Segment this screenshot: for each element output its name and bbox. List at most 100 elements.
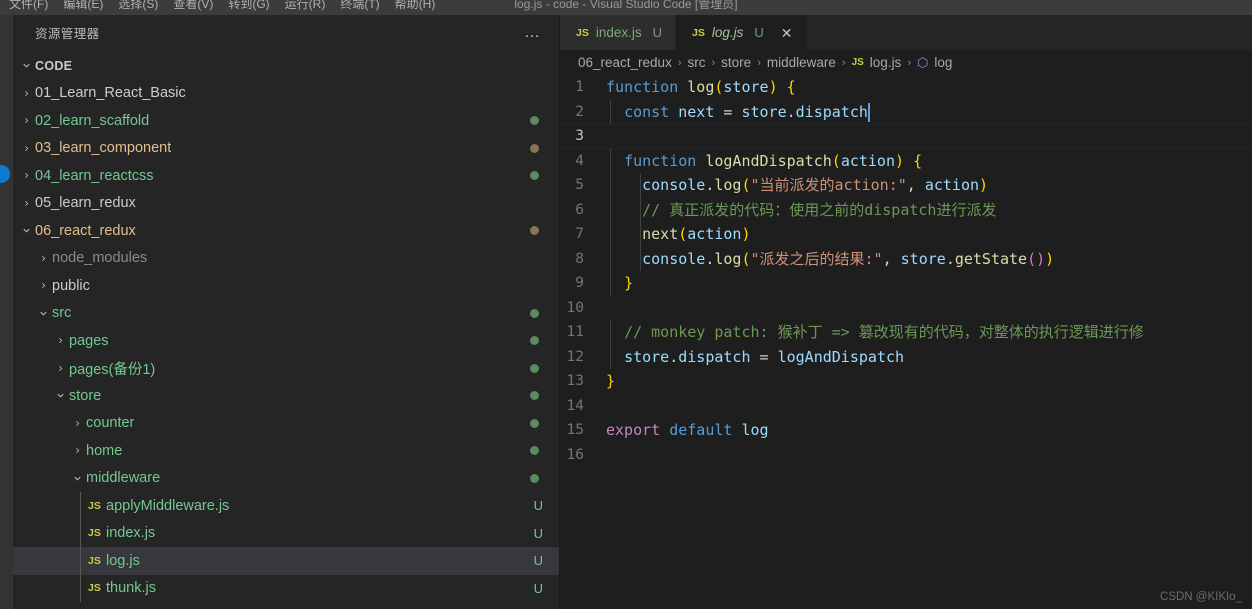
chevron-right-icon[interactable] [69, 418, 86, 429]
editor-tab-index-js[interactable]: JS index.js U [560, 15, 677, 50]
line-number: 12 [566, 348, 584, 365]
code-line-7[interactable]: 7 next(action) [560, 222, 1252, 247]
indent-guide [639, 197, 641, 222]
tree-item-counter[interactable]: counter [13, 410, 559, 438]
editor-tab-bar[interactable]: JS index.js U JS log.js U ✕ [560, 15, 1252, 50]
activity-bar[interactable] [0, 15, 13, 609]
tree-item-04-learn-reactcss[interactable]: 04_learn_reactcss [13, 162, 559, 190]
code-line-1[interactable]: 1 function log(store) { [560, 75, 1252, 100]
code-token: ( [831, 151, 841, 170]
code-line-11[interactable]: 11 // monkey patch: 猴补丁 => 篡改现有的代码，对整体的执… [560, 320, 1252, 345]
tree-item-02-learn-scaffold[interactable]: 02_learn_scaffold [13, 107, 559, 135]
breadcrumb-symbol[interactable]: log [934, 55, 952, 70]
breadcrumb-item-0[interactable]: 06_react_redux [578, 55, 672, 70]
tree-item-store[interactable]: store [13, 382, 559, 410]
code-line-16[interactable]: 16 [560, 443, 1252, 468]
chevron-down-icon[interactable] [18, 225, 35, 236]
chevron-right-icon[interactable] [35, 253, 52, 264]
code-line-8[interactable]: 8 console.log("派发之后的结果:", store.getState… [560, 246, 1252, 271]
code-line-13[interactable]: 13} [560, 369, 1252, 394]
code-line-10[interactable]: 10 [560, 296, 1252, 321]
chevron-down-icon[interactable] [52, 390, 69, 401]
symbol-function-icon: ⬡ [916, 54, 929, 70]
line-number: 14 [566, 397, 584, 414]
tree-item-05-learn-redux[interactable]: 05_learn_redux [13, 190, 559, 218]
breadcrumb-separator-icon: › [907, 56, 911, 69]
code-line-2[interactable]: 2 const next = store.dispatch [560, 99, 1252, 124]
line-content: console.log("当前派发的action:", action) [606, 173, 1252, 198]
tree-item-03-learn-component[interactable]: 03_learn_component [13, 135, 559, 163]
tab-label: index.js [595, 25, 642, 40]
breadcrumb[interactable]: 06_react_redux › src › store › middleware › JS lo… [560, 50, 1252, 75]
chevron-right-icon[interactable] [18, 198, 35, 209]
breadcrumb-separator-icon: › [677, 56, 682, 69]
code-token: store [900, 249, 946, 268]
code-token: store [741, 102, 787, 121]
code-token: log [714, 249, 742, 268]
chevron-right-icon[interactable] [18, 143, 35, 154]
line-content: function log(store) { [606, 75, 1252, 100]
folder-status-dot-icon [530, 446, 539, 455]
tree-item-public[interactable]: public [13, 272, 559, 300]
breadcrumb-item-3[interactable]: middleware [767, 55, 836, 70]
tree-item-thunk-js[interactable]: JS thunk.js U [13, 574, 559, 602]
chevron-right-icon[interactable] [18, 88, 35, 99]
code-line-4[interactable]: 4 function logAndDispatch(action) { [560, 148, 1252, 173]
chevron-right-icon[interactable] [69, 445, 86, 456]
code-token: action [687, 225, 742, 243]
code-line-3[interactable]: 3 [560, 124, 1252, 149]
indent-guide [610, 173, 611, 198]
editor-tab-log-js[interactable]: JS log.js U ✕ [676, 15, 807, 50]
indent-guide [80, 492, 81, 520]
tree-root-code[interactable]: CODE [13, 52, 559, 80]
line-number: 9 [575, 275, 584, 291]
breadcrumb-file[interactable]: log.js [870, 55, 902, 70]
code-editor[interactable]: 1 function log(store) {2 const next = sto… [560, 75, 1252, 609]
chevron-right-icon[interactable] [52, 335, 69, 346]
code-line-12[interactable]: 12 store.dispatch = logAndDispatch [560, 344, 1252, 369]
tree-item-label: 01_Learn_React_Basic [35, 85, 186, 102]
code-token: , [906, 176, 916, 194]
activity-badge-icon [0, 165, 10, 183]
chevron-right-icon[interactable] [35, 280, 52, 291]
tree-item-pages[interactable]: pages [13, 327, 559, 355]
file-tree[interactable]: CODE 01_Learn_React_Basic 02_learn_scaffo… [13, 50, 559, 609]
tree-item-06-react-redux[interactable]: 06_react_redux [13, 217, 559, 245]
tree-item-01-learn-react-basic[interactable]: 01_Learn_React_Basic [13, 80, 559, 108]
tree-item-home[interactable]: home [13, 437, 559, 465]
chevron-right-icon[interactable] [18, 170, 35, 181]
code-token: store [723, 78, 769, 96]
tree-item-log-js[interactable]: JS log.js U [13, 547, 559, 575]
chevron-down-icon[interactable] [69, 473, 86, 484]
breadcrumb-item-2[interactable]: store [721, 55, 751, 70]
tree-item-applymiddleware-js[interactable]: JS applyMiddleware.js U [13, 492, 559, 520]
tree-item-node-modules[interactable]: node_modules [13, 245, 559, 273]
chevron-right-icon[interactable] [52, 363, 69, 374]
code-line-5[interactable]: 5 console.log("当前派发的action:", action) [560, 173, 1252, 198]
tree-item-src[interactable]: src [13, 300, 559, 328]
chevron-down-icon[interactable] [35, 308, 52, 319]
more-actions-icon[interactable]: … [524, 24, 541, 40]
folder-status-dot-icon [530, 226, 539, 235]
code-line-15[interactable]: 15 export default log [560, 418, 1252, 443]
tree-item-pages---1-[interactable]: pages(备份1) [13, 355, 559, 383]
close-icon[interactable]: ✕ [781, 26, 793, 40]
tree-item-index-js[interactable]: JS index.js U [13, 519, 559, 547]
breadcrumb-item-1[interactable]: src [688, 55, 706, 70]
window-title: log.js - code - Visual Studio Code [管理员] [514, 0, 738, 11]
chevron-right-icon[interactable] [18, 115, 35, 126]
code-token: "派发之后的结果:" [750, 249, 883, 268]
code-line-6[interactable]: 6 // 真正派发的代码：使用之前的dispatch进行派发 [560, 197, 1252, 222]
git-status-badge: U [533, 553, 543, 569]
code-line-9[interactable]: 9 } [560, 271, 1252, 296]
code-line-14[interactable]: 14 [560, 394, 1252, 419]
tree-item-middleware[interactable]: middleware [13, 465, 559, 493]
line-number: 13 [566, 373, 584, 389]
tab-git-status: U [754, 25, 764, 40]
